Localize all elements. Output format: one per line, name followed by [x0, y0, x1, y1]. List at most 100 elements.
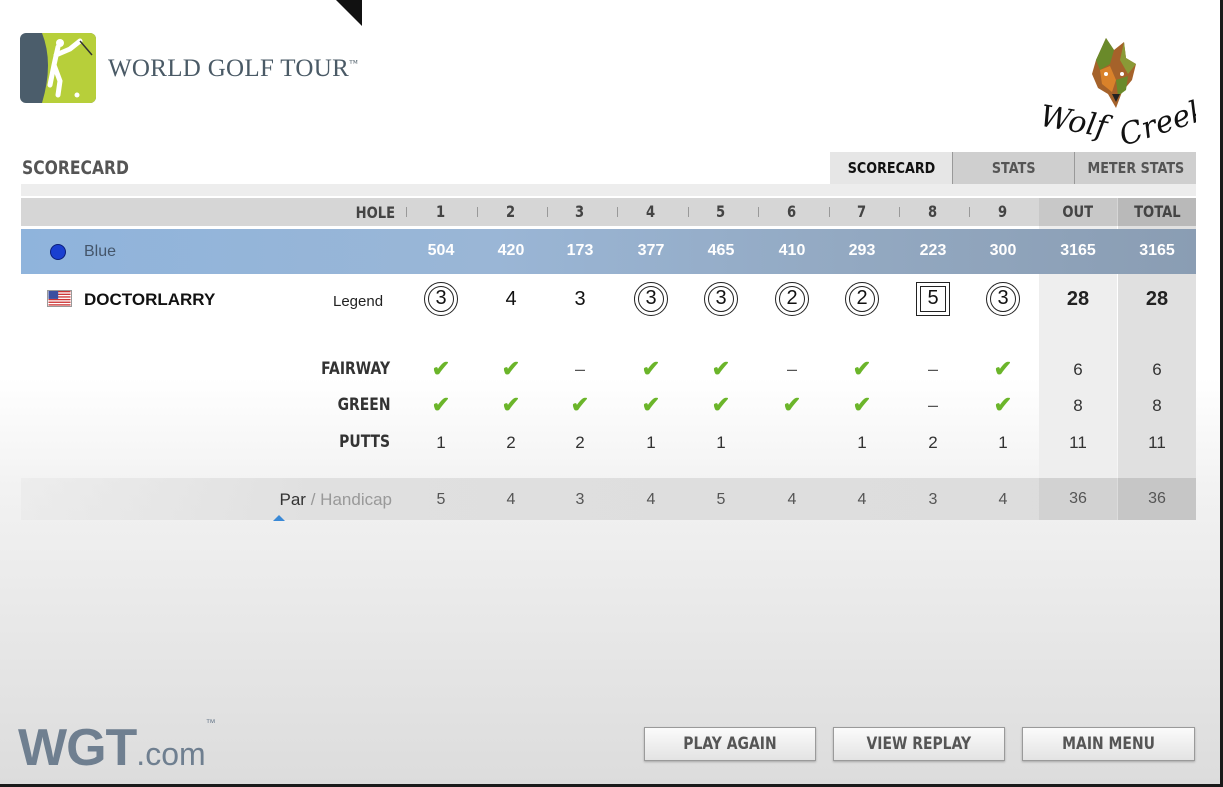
fairway-dash: – — [927, 359, 938, 379]
brand-title: WORLD GOLF TOUR™ — [108, 55, 358, 83]
hole-number: 8 — [903, 202, 963, 222]
fairway-check-icon: ✔ — [993, 356, 1013, 381]
putts-label: PUTTS — [240, 432, 390, 452]
wgt-golfer-logo — [20, 33, 96, 103]
hole-separator — [969, 207, 970, 217]
birdie-circle-icon: 3 — [424, 282, 458, 316]
player-name[interactable]: DOCTORLARRY — [84, 290, 215, 310]
wolf-creek-logo: Wolf Creek — [1037, 38, 1196, 154]
hole-score-value: 2 — [786, 287, 798, 309]
fairway-check-icon: ✔ — [641, 356, 661, 381]
hole-number: 4 — [621, 202, 681, 222]
footer-tm: ™ — [205, 718, 216, 729]
fairway-check-icon: ✔ — [852, 356, 872, 381]
scorecard-tabs: SCORECARD STATS METER STATS — [830, 152, 1196, 184]
handicap-label[interactable]: Handicap — [320, 490, 392, 509]
hole-separator — [899, 207, 900, 217]
tab-stats-label: STATS — [991, 159, 1036, 177]
hole-number-text: 1 — [436, 202, 446, 221]
putts-value: 2 — [928, 433, 938, 452]
hole-separator — [617, 207, 618, 217]
hole-number: 1 — [411, 202, 471, 222]
hole-separator — [688, 207, 689, 217]
hole-score: 3 — [411, 282, 471, 316]
hole-separator — [547, 207, 548, 217]
footer-domain: .com — [136, 736, 206, 772]
tee-yardage: 223 — [919, 242, 947, 259]
view-replay-label: VIEW REPLAY — [866, 734, 972, 754]
hole-score: 2 — [762, 282, 822, 316]
hole-separator — [758, 207, 759, 217]
hole-score: 5 — [903, 282, 963, 316]
fairway-dash: – — [574, 359, 585, 379]
par-value: 4 — [646, 491, 656, 508]
hole-header-label: HOLE — [320, 203, 395, 223]
putts-total: 11 — [1148, 433, 1166, 452]
hole-score-value: 2 — [856, 287, 868, 309]
tab-scorecard[interactable]: SCORECARD — [830, 152, 952, 184]
putts-value: 1 — [646, 433, 656, 452]
par-value: 3 — [928, 491, 938, 508]
hole-number-text: 4 — [646, 202, 656, 221]
green-check-icon: ✔ — [852, 392, 872, 417]
tee-marker-icon — [50, 244, 66, 260]
birdie-circle-icon: 3 — [986, 282, 1020, 316]
hole-header-text: HOLE — [355, 203, 395, 222]
tee-yardage: 377 — [637, 242, 665, 259]
green-label-text: GREEN — [337, 395, 390, 415]
hole-number: 2 — [481, 202, 541, 222]
hole-number: 9 — [973, 202, 1033, 222]
tee-yardage: 410 — [778, 242, 806, 259]
hole-separator — [406, 207, 407, 217]
hole-number: 6 — [762, 202, 822, 222]
hole-score: 4 — [505, 288, 517, 310]
hole-number: 7 — [832, 202, 892, 222]
main-menu-label: MAIN MENU — [1062, 734, 1155, 754]
putts-value: 1 — [716, 433, 726, 452]
tab-meter-stats[interactable]: METER STATS — [1074, 152, 1196, 184]
tab-scorecard-label: SCORECARD — [847, 159, 935, 177]
hole-number-text: 2 — [506, 202, 516, 221]
green-check-icon: ✔ — [711, 392, 731, 417]
corner-mark — [336, 0, 362, 26]
par-label[interactable]: Par — [280, 490, 306, 509]
tee-total: 3165 — [1139, 242, 1175, 259]
birdie-circle-icon: 2 — [775, 282, 809, 316]
hole-score-value: 3 — [997, 287, 1009, 309]
us-flag-icon — [47, 290, 72, 307]
par-handicap-toggle[interactable]: Par / Handicap — [220, 490, 393, 510]
putts-value: 1 — [857, 433, 867, 452]
putts-value: 1 — [436, 433, 446, 452]
fairway-label-text: FAIRWAY — [321, 359, 390, 379]
hole-score-value: 3 — [435, 287, 447, 309]
player-out: 28 — [1066, 288, 1090, 310]
par-value: 4 — [787, 491, 797, 508]
fairway-dash: – — [786, 359, 797, 379]
tee-yardage: 300 — [989, 242, 1017, 259]
birdie-circle-icon: 2 — [845, 282, 879, 316]
hole-separator — [829, 207, 830, 217]
creek-text: Creek — [1115, 92, 1196, 153]
out-header-text: OUT — [1062, 202, 1094, 221]
birdie-circle-icon: 3 — [634, 282, 668, 316]
hole-score: 2 — [832, 282, 892, 316]
par-total: 36 — [1148, 490, 1166, 507]
footer-brand: WGT — [18, 719, 137, 777]
par-value: 5 — [436, 491, 446, 508]
brand-title-text: WORLD GOLF TOUR — [108, 55, 350, 82]
fairway-check-icon: ✔ — [711, 356, 731, 381]
tab-stats[interactable]: STATS — [952, 152, 1074, 184]
play-again-button[interactable]: PLAY AGAIN — [644, 727, 816, 761]
main-menu-button[interactable]: MAIN MENU — [1022, 727, 1195, 761]
out-header: OUT — [1039, 202, 1117, 222]
page-title: SCORECARD — [22, 157, 129, 179]
green-check-icon: ✔ — [431, 392, 451, 417]
par-value: 4 — [998, 491, 1008, 508]
tee-yardage: 293 — [848, 242, 876, 259]
hole-score: 3 — [621, 282, 681, 316]
birdie-circle-icon: 3 — [704, 282, 738, 316]
selected-pointer-icon — [273, 515, 285, 521]
view-replay-button[interactable]: VIEW REPLAY — [833, 727, 1005, 761]
fairway-out: 6 — [1073, 360, 1083, 379]
hole-number-text: 5 — [716, 202, 726, 221]
